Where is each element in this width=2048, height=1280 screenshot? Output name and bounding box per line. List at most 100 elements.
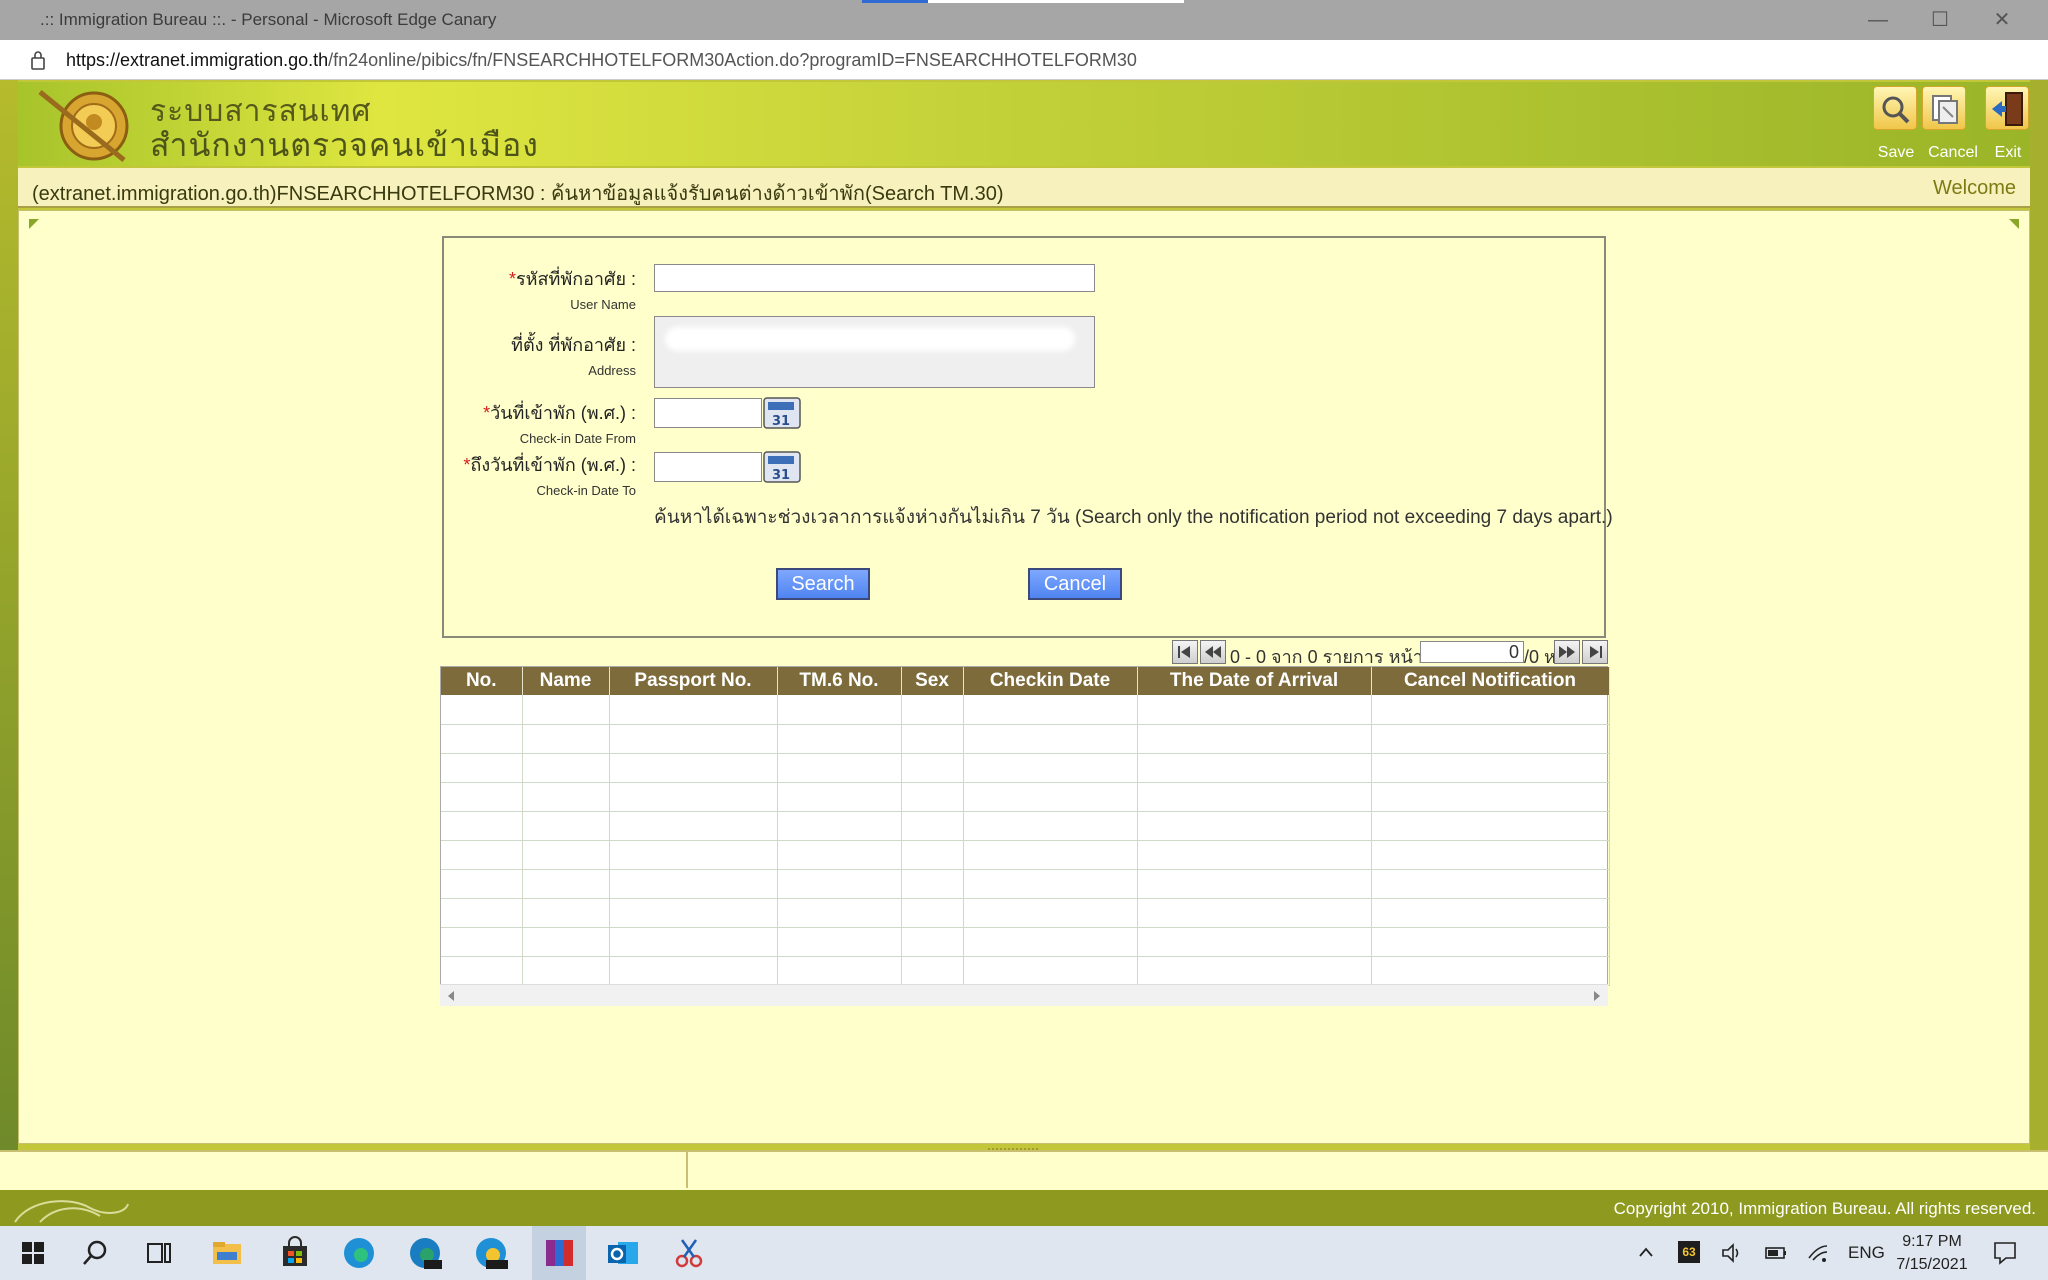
- first-page-icon: [1178, 646, 1190, 658]
- table-cell: [777, 753, 902, 783]
- battery-icon[interactable]: [1764, 1244, 1788, 1262]
- table-row[interactable]: [441, 811, 1610, 841]
- table-cell: [522, 753, 610, 783]
- save-tool-button[interactable]: [1873, 86, 1917, 130]
- chevron-up-icon[interactable]: [1638, 1246, 1654, 1258]
- scroll-right-icon[interactable]: [1592, 990, 1602, 1002]
- clock[interactable]: 9:17 PM 7/15/2021: [1888, 1230, 1976, 1276]
- column-header[interactable]: TM.6 No.: [777, 667, 902, 695]
- column-header[interactable]: The Date of Arrival: [1137, 667, 1372, 695]
- column-header[interactable]: Name: [522, 667, 610, 695]
- right-frame-edge: [2030, 80, 2048, 1150]
- table-cell: [522, 695, 610, 725]
- column-header[interactable]: Cancel Notification: [1371, 667, 1610, 695]
- table-cell: [901, 724, 964, 754]
- task-view-icon[interactable]: [140, 1234, 178, 1272]
- table-row[interactable]: [441, 840, 1610, 870]
- start-icon[interactable]: [14, 1234, 52, 1272]
- column-header[interactable]: Passport No.: [609, 667, 778, 695]
- store-icon[interactable]: [276, 1234, 314, 1272]
- table-cell: [963, 811, 1138, 841]
- address-textarea[interactable]: [654, 316, 1095, 388]
- winrar-icon[interactable]: [540, 1234, 578, 1272]
- outlook-icon[interactable]: [604, 1234, 642, 1272]
- scroll-left-icon[interactable]: [446, 990, 456, 1002]
- address-label: ที่ตั้ง ที่พักอาศัย : Address: [511, 335, 636, 378]
- table-cell: [1137, 724, 1372, 754]
- table-cell: [901, 782, 964, 812]
- edge-dev-icon[interactable]: [406, 1234, 444, 1272]
- exit-door-icon: [1992, 92, 2023, 126]
- table-cell: [609, 956, 778, 986]
- edge-icon[interactable]: [340, 1234, 378, 1272]
- address-bar[interactable]: https://extranet.immigration.go.th/fn24o…: [0, 40, 2048, 80]
- cancel-tool-label[interactable]: Cancel: [1922, 144, 1984, 162]
- snipping-tool-icon[interactable]: [670, 1234, 708, 1272]
- app-footer: Copyright 2010, Immigration Bureau. All …: [0, 1190, 2048, 1226]
- table-cell: [522, 840, 610, 870]
- cancel-tool-button[interactable]: [1922, 86, 1966, 130]
- table-cell: [1371, 869, 1610, 899]
- table-cell: [777, 782, 902, 812]
- table-cell: [609, 840, 778, 870]
- language-indicator[interactable]: ENG: [1848, 1243, 1885, 1263]
- minimize-button[interactable]: —: [1858, 6, 1898, 34]
- page-title-bar: (extranet.immigration.go.th)FNSEARCHHOTE…: [18, 168, 2030, 208]
- column-header[interactable]: No.: [441, 667, 523, 695]
- prev-page-button[interactable]: [1200, 640, 1226, 664]
- maximize-button[interactable]: ☐: [1920, 6, 1960, 34]
- tray-badge-icon[interactable]: 63: [1678, 1241, 1700, 1263]
- url-text[interactable]: https://extranet.immigration.go.th/fn24o…: [66, 50, 1137, 71]
- table-row[interactable]: [441, 956, 1610, 986]
- calendar-icon[interactable]: 31: [762, 396, 802, 430]
- table-row[interactable]: [441, 927, 1610, 957]
- tab-strip: [862, 0, 1184, 3]
- table-cell: [777, 840, 902, 870]
- search-icon[interactable]: [76, 1234, 114, 1272]
- edge-canary-icon[interactable]: [472, 1234, 510, 1272]
- table-row[interactable]: [441, 869, 1610, 899]
- checkin-to-input[interactable]: [654, 452, 762, 482]
- welcome-text: Welcome: [1933, 177, 2016, 199]
- calendar-icon[interactable]: 31: [762, 450, 802, 484]
- table-cell: [1371, 898, 1610, 928]
- table-cell: [901, 840, 964, 870]
- table-cell: [522, 927, 610, 957]
- last-page-button[interactable]: [1582, 640, 1608, 664]
- column-header[interactable]: Checkin Date: [963, 667, 1138, 695]
- table-row[interactable]: [441, 724, 1610, 754]
- cancel-button[interactable]: Cancel: [1028, 568, 1122, 600]
- table-row[interactable]: [441, 753, 1610, 783]
- splitter-grip[interactable]: [988, 1148, 1038, 1152]
- exit-tool-button[interactable]: [1985, 86, 2029, 130]
- checkin-from-input[interactable]: [654, 398, 762, 428]
- page-number-input[interactable]: 0: [1420, 641, 1524, 663]
- table-cell: [1371, 811, 1610, 841]
- save-tool-label[interactable]: Save: [1876, 144, 1916, 162]
- checkin-from-label: *วันที่เข้าพัก (พ.ศ.) : Check-in Date Fr…: [483, 403, 636, 446]
- next-page-button[interactable]: [1554, 640, 1580, 664]
- decorative-swirl-icon: [14, 1200, 129, 1223]
- table-row[interactable]: [441, 898, 1610, 928]
- file-explorer-icon[interactable]: [208, 1234, 246, 1272]
- exit-tool-label[interactable]: Exit: [1988, 144, 2028, 162]
- pane-splitter[interactable]: [686, 1152, 692, 1188]
- first-page-button[interactable]: [1172, 640, 1198, 664]
- search-button[interactable]: Search: [776, 568, 870, 600]
- window-title: .:: Immigration Bureau ::. - Personal - …: [40, 10, 497, 29]
- notification-center-icon[interactable]: [1992, 1240, 2018, 1266]
- table-cell: [441, 956, 523, 986]
- lock-icon[interactable]: [30, 50, 46, 70]
- immigration-seal-logo: [38, 90, 129, 162]
- table-cell: [1137, 695, 1372, 725]
- volume-icon[interactable]: [1720, 1242, 1744, 1264]
- left-frame-edge: [0, 80, 18, 1150]
- table-cell: [522, 898, 610, 928]
- user-name-input[interactable]: [654, 264, 1095, 292]
- column-header[interactable]: Sex: [901, 667, 964, 695]
- close-button[interactable]: ✕: [1982, 6, 2022, 34]
- horizontal-scrollbar[interactable]: [440, 984, 1608, 1006]
- wifi-icon[interactable]: [1806, 1242, 1830, 1264]
- table-row[interactable]: [441, 782, 1610, 812]
- table-row[interactable]: [441, 695, 1610, 725]
